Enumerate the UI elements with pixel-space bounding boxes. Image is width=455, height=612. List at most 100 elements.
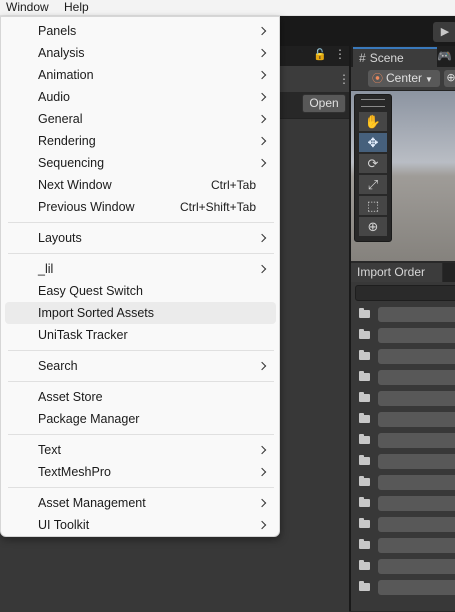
asset-field[interactable] [378, 475, 455, 490]
menu-item-asset-store[interactable]: Asset Store [5, 386, 276, 408]
list-item[interactable] [351, 472, 455, 493]
menu-item-label: Previous Window [38, 200, 135, 214]
menu-item-audio[interactable]: Audio [5, 86, 276, 108]
menu-item-search[interactable]: Search [5, 355, 276, 377]
gamepad-icon[interactable]: 🎮 [437, 49, 452, 63]
scene-icon: # [359, 51, 366, 65]
folder-icon [359, 455, 370, 465]
asset-field[interactable] [378, 391, 455, 406]
tab-import-order[interactable]: Import Order [351, 263, 443, 282]
tab-scene[interactable]: # Scene [353, 47, 437, 67]
menu-item-text[interactable]: Text [5, 439, 276, 461]
menu-separator [8, 487, 274, 488]
pivot-dropdown-label: Center [386, 71, 423, 85]
chevron-right-icon [257, 467, 267, 477]
asset-field[interactable] [378, 349, 455, 364]
menu-item-asset-management[interactable]: Asset Management [5, 492, 276, 514]
chevron-right-icon [257, 264, 267, 274]
menu-item-animation[interactable]: Animation [5, 64, 276, 86]
list-item[interactable] [351, 556, 455, 577]
menu-item-label: Layouts [38, 231, 82, 245]
scale-tool-icon[interactable]: ⤢ [359, 175, 387, 194]
asset-field[interactable] [378, 496, 455, 511]
menu-window[interactable]: Window [4, 0, 51, 15]
menu-item-general[interactable]: General [5, 108, 276, 130]
menu-item-analysis[interactable]: Analysis [5, 42, 276, 64]
menu-item-label: Easy Quest Switch [38, 284, 143, 298]
open-button[interactable]: Open [302, 94, 346, 113]
folder-icon [359, 434, 370, 444]
asset-field[interactable] [378, 370, 455, 385]
menu-item-previous-window[interactable]: Previous Window Ctrl+Shift+Tab [5, 196, 276, 218]
list-item[interactable] [351, 409, 455, 430]
menu-item-label: Animation [38, 68, 94, 82]
menu-item-lil[interactable]: _lil [5, 258, 276, 280]
asset-field[interactable] [378, 328, 455, 343]
move-tool-icon[interactable]: ✥ [359, 133, 387, 152]
menu-separator [8, 434, 274, 435]
menu-item-label: Text [38, 443, 61, 457]
asset-field[interactable] [378, 454, 455, 469]
menu-item-rendering[interactable]: Rendering [5, 130, 276, 152]
rect-tool-icon[interactable]: ⬚ [359, 196, 387, 215]
menu-item-import-sorted-assets[interactable]: Import Sorted Assets [5, 302, 276, 324]
play-button[interactable]: ▶ [433, 22, 455, 42]
lock-icon[interactable]: 🔓 [313, 48, 327, 61]
more-options-icon[interactable]: ⋮ [334, 47, 346, 61]
list-item[interactable] [351, 304, 455, 325]
menu-item-textmeshpro[interactable]: TextMeshPro [5, 461, 276, 483]
asset-field[interactable] [378, 433, 455, 448]
pivot-dropdown[interactable]: ⦿ Center ▼ [368, 70, 440, 87]
menu-help[interactable]: Help [62, 0, 91, 15]
folder-icon [359, 329, 370, 339]
menu-item-easy-quest-switch[interactable]: Easy Quest Switch [5, 280, 276, 302]
list-item[interactable] [351, 325, 455, 346]
menu-item-label: Search [38, 359, 78, 373]
list-item[interactable] [351, 535, 455, 556]
menu-item-next-window[interactable]: Next Window Ctrl+Tab [5, 174, 276, 196]
list-item[interactable] [351, 577, 455, 598]
menu-item-sequencing[interactable]: Sequencing [5, 152, 276, 174]
menu-item-label: Asset Management [38, 496, 146, 510]
menu-item-package-manager[interactable]: Package Manager [5, 408, 276, 430]
folder-icon [359, 350, 370, 360]
import-tabbar-filler [443, 263, 455, 282]
list-item[interactable] [351, 451, 455, 472]
menu-item-label: UI Toolkit [38, 518, 90, 532]
rotate-tool-icon[interactable]: ⟳ [359, 154, 387, 173]
asset-field[interactable] [378, 580, 455, 595]
import-search-input[interactable] [355, 285, 455, 301]
menu-item-label: Panels [38, 24, 77, 38]
menu-item-label: TextMeshPro [38, 465, 111, 479]
folder-icon [359, 308, 370, 318]
list-item[interactable] [351, 430, 455, 451]
list-item[interactable] [351, 367, 455, 388]
asset-field[interactable] [378, 517, 455, 532]
menu-item-label: Asset Store [38, 390, 103, 404]
list-item[interactable] [351, 346, 455, 367]
chevron-right-icon [257, 520, 267, 530]
chevron-right-icon [257, 114, 267, 124]
pivot-center-icon: ⦿ [372, 73, 383, 85]
play-icon: ▶ [440, 26, 450, 38]
asset-field[interactable] [378, 559, 455, 574]
asset-field[interactable] [378, 538, 455, 553]
tools-palette: ✋ ✥ ⟳ ⤢ ⬚ ⊕ [354, 94, 392, 242]
list-item[interactable] [351, 388, 455, 409]
drag-handle[interactable] [361, 99, 385, 107]
menu-item-shortcut: Ctrl+Shift+Tab [179, 200, 256, 214]
menu-item-ui-toolkit[interactable]: UI Toolkit [5, 514, 276, 536]
asset-field[interactable] [378, 307, 455, 322]
menu-item-layouts[interactable]: Layouts [5, 227, 276, 249]
chevron-right-icon [257, 233, 267, 243]
list-item[interactable] [351, 493, 455, 514]
chevron-down-icon: ▼ [425, 75, 433, 84]
list-item[interactable] [351, 514, 455, 535]
transform-tool-icon[interactable]: ⊕ [359, 217, 387, 236]
global-space-icon[interactable]: ⊕ [444, 70, 455, 87]
menu-item-panels[interactable]: Panels [5, 20, 276, 42]
hand-tool-icon[interactable]: ✋ [359, 112, 387, 131]
chevron-right-icon [257, 70, 267, 80]
menu-item-unitask-tracker[interactable]: UniTask Tracker [5, 324, 276, 346]
asset-field[interactable] [378, 412, 455, 427]
